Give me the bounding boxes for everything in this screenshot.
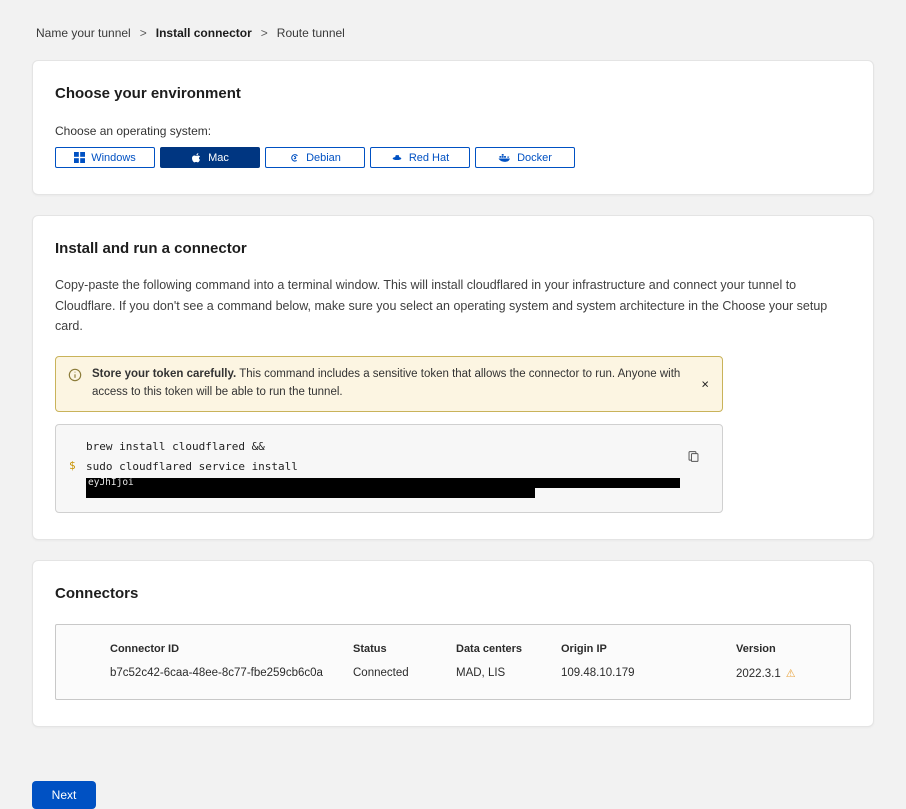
copy-icon[interactable] — [687, 450, 700, 466]
windows-icon — [74, 152, 85, 163]
environment-card: Choose your environment Choose an operat… — [32, 60, 874, 195]
breadcrumb-separator: > — [261, 26, 268, 40]
os-button-label: Windows — [91, 152, 136, 164]
warning-text: Store your token carefully. This command… — [92, 366, 710, 402]
install-connector-title: Install and run a connector — [55, 240, 851, 257]
table-row: b7c52c42-6caa-48ee-8c77-fbe259cb6c0a Con… — [110, 655, 830, 680]
os-select-label: Choose an operating system: — [55, 124, 851, 138]
column-header-data-centers: Data centers — [456, 643, 561, 655]
shell-prompt: $ — [69, 456, 76, 476]
version-value: 2022.3.1 ⚠ — [736, 667, 830, 680]
connectors-card: Connectors Connector ID Status Data cent… — [32, 560, 874, 727]
token-warning-banner: Store your token carefully. This command… — [55, 356, 723, 412]
next-button[interactable]: Next — [32, 781, 96, 809]
os-button-label: Mac — [208, 152, 229, 164]
column-header-connector-id: Connector ID — [110, 643, 353, 655]
redhat-icon — [391, 152, 403, 163]
close-icon[interactable]: × — [697, 375, 713, 392]
command-line-2: sudo cloudflared service install — [86, 457, 708, 477]
os-button-debian[interactable]: Debian — [265, 147, 365, 168]
debian-icon — [289, 152, 300, 163]
os-button-label: Docker — [517, 152, 552, 164]
connectors-card-title: Connectors — [55, 585, 851, 602]
command-lines: brew install cloudflared && sudo cloudfl… — [86, 437, 708, 498]
os-button-mac[interactable]: Mac — [160, 147, 260, 168]
column-header-status: Status — [353, 643, 456, 655]
install-description: Copy-paste the following command into a … — [55, 275, 851, 337]
status-badge: Connected — [353, 667, 456, 680]
redacted-token-bar: eyJhIjoi — [86, 478, 680, 488]
docker-icon — [498, 152, 511, 163]
version-number: 2022.3.1 — [736, 668, 781, 680]
redacted-token-bar — [86, 488, 535, 498]
info-icon — [68, 368, 82, 382]
data-centers-value: MAD, LIS — [456, 667, 561, 680]
install-command-block: $ brew install cloudflared && sudo cloud… — [55, 424, 723, 513]
install-connector-card: Install and run a connector Copy-paste t… — [32, 215, 874, 540]
os-button-windows[interactable]: Windows — [55, 147, 155, 168]
breadcrumb: Name your tunnel > Install connector > R… — [0, 0, 906, 60]
column-header-version: Version — [736, 643, 830, 655]
breadcrumb-name-your-tunnel[interactable]: Name your tunnel — [36, 26, 131, 40]
version-warning-icon: ⚠ — [786, 668, 796, 680]
os-button-redhat[interactable]: Red Hat — [370, 147, 470, 168]
breadcrumb-separator: > — [140, 26, 147, 40]
os-button-docker[interactable]: Docker — [475, 147, 575, 168]
os-button-label: Red Hat — [409, 152, 449, 164]
os-button-group: Windows Mac Debian Red Hat — [55, 147, 851, 168]
origin-ip-value: 109.48.10.179 — [561, 667, 736, 680]
connector-id-value: b7c52c42-6caa-48ee-8c77-fbe259cb6c0a — [110, 667, 353, 680]
apple-icon — [191, 152, 202, 164]
command-line-1: brew install cloudflared && — [86, 437, 708, 457]
environment-card-title: Choose your environment — [55, 85, 851, 102]
connectors-table: Connector ID Status Data centers Origin … — [55, 624, 851, 700]
column-header-origin-ip: Origin IP — [561, 643, 736, 655]
tunnel-setup-page: Name your tunnel > Install connector > R… — [0, 0, 906, 809]
warning-bold-text: Store your token carefully. — [92, 368, 236, 380]
os-button-label: Debian — [306, 152, 341, 164]
table-header-row: Connector ID Status Data centers Origin … — [110, 643, 830, 655]
breadcrumb-route-tunnel[interactable]: Route tunnel — [277, 26, 345, 40]
breadcrumb-install-connector[interactable]: Install connector — [156, 26, 252, 40]
